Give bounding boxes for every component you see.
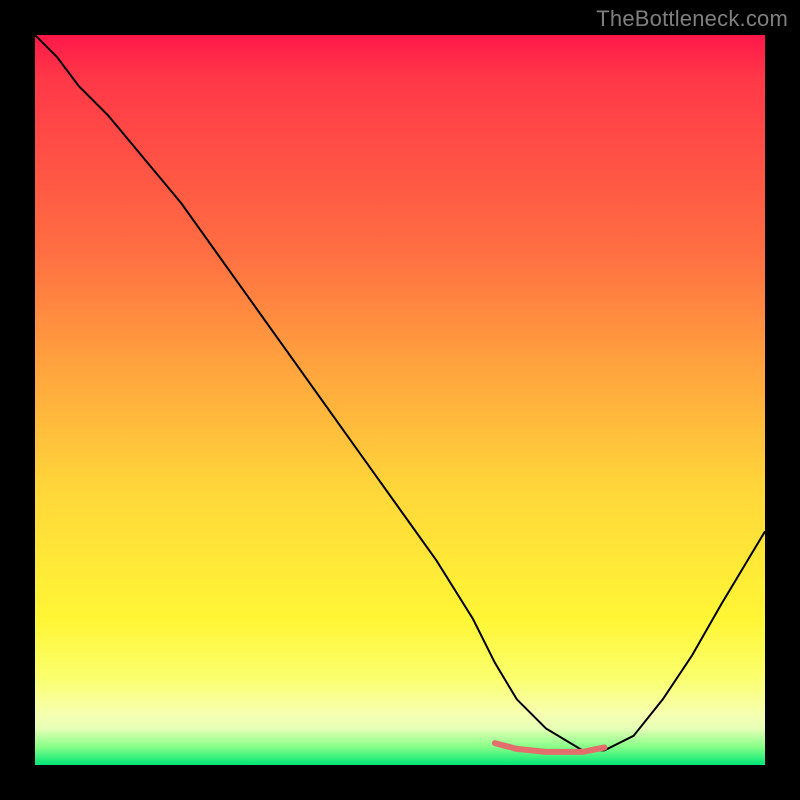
valley-flat-highlight (495, 743, 605, 752)
chart-frame: TheBottleneck.com (0, 0, 800, 800)
bottleneck-curve (35, 35, 765, 750)
curve-layer (35, 35, 765, 765)
plot-area (35, 35, 765, 765)
watermark-text: TheBottleneck.com (596, 6, 788, 32)
